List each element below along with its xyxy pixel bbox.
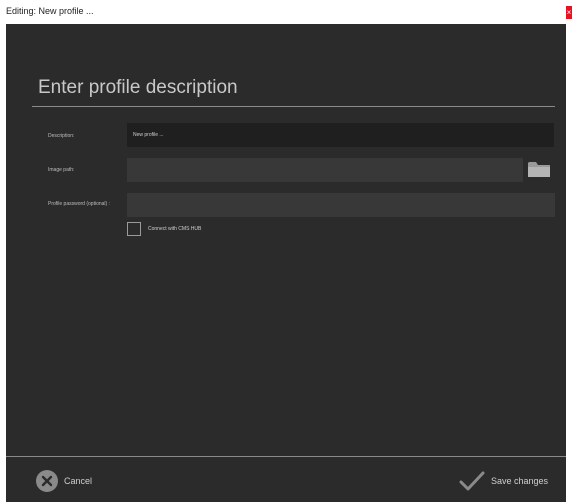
password-input[interactable] bbox=[127, 193, 555, 217]
password-label: Profile password (optional) : bbox=[48, 201, 110, 207]
browse-folder-button[interactable] bbox=[527, 158, 551, 180]
heading-divider bbox=[32, 106, 555, 107]
image-path-label: Image path: bbox=[48, 167, 75, 173]
description-input[interactable] bbox=[127, 123, 554, 147]
cancel-label: Cancel bbox=[64, 476, 93, 486]
close-button[interactable]: × bbox=[566, 6, 572, 19]
profile-editor-window: Editing: New profile ... × Enter profile… bbox=[0, 0, 572, 502]
window-title: Editing: New profile ... bbox=[6, 6, 94, 16]
x-circle-icon bbox=[36, 470, 58, 492]
connect-cms-hub-checkbox[interactable] bbox=[127, 222, 141, 236]
save-changes-label: Save changes bbox=[490, 476, 548, 486]
page-title: Enter profile description bbox=[38, 77, 238, 98]
description-label: Description: bbox=[48, 133, 75, 139]
checkmark-icon bbox=[459, 471, 485, 491]
save-changes-button[interactable]: Save changes bbox=[459, 468, 548, 494]
title-bar: Editing: New profile ... × bbox=[0, 0, 572, 24]
dialog-body: Enter profile description Description: I… bbox=[6, 24, 566, 502]
image-path-input[interactable] bbox=[127, 158, 523, 182]
footer-divider bbox=[6, 456, 566, 457]
folder-icon bbox=[528, 162, 550, 177]
cancel-button[interactable]: Cancel bbox=[36, 468, 92, 494]
connect-cms-hub-label: Connect with CMS HUB bbox=[148, 226, 202, 232]
close-icon: × bbox=[566, 8, 572, 17]
